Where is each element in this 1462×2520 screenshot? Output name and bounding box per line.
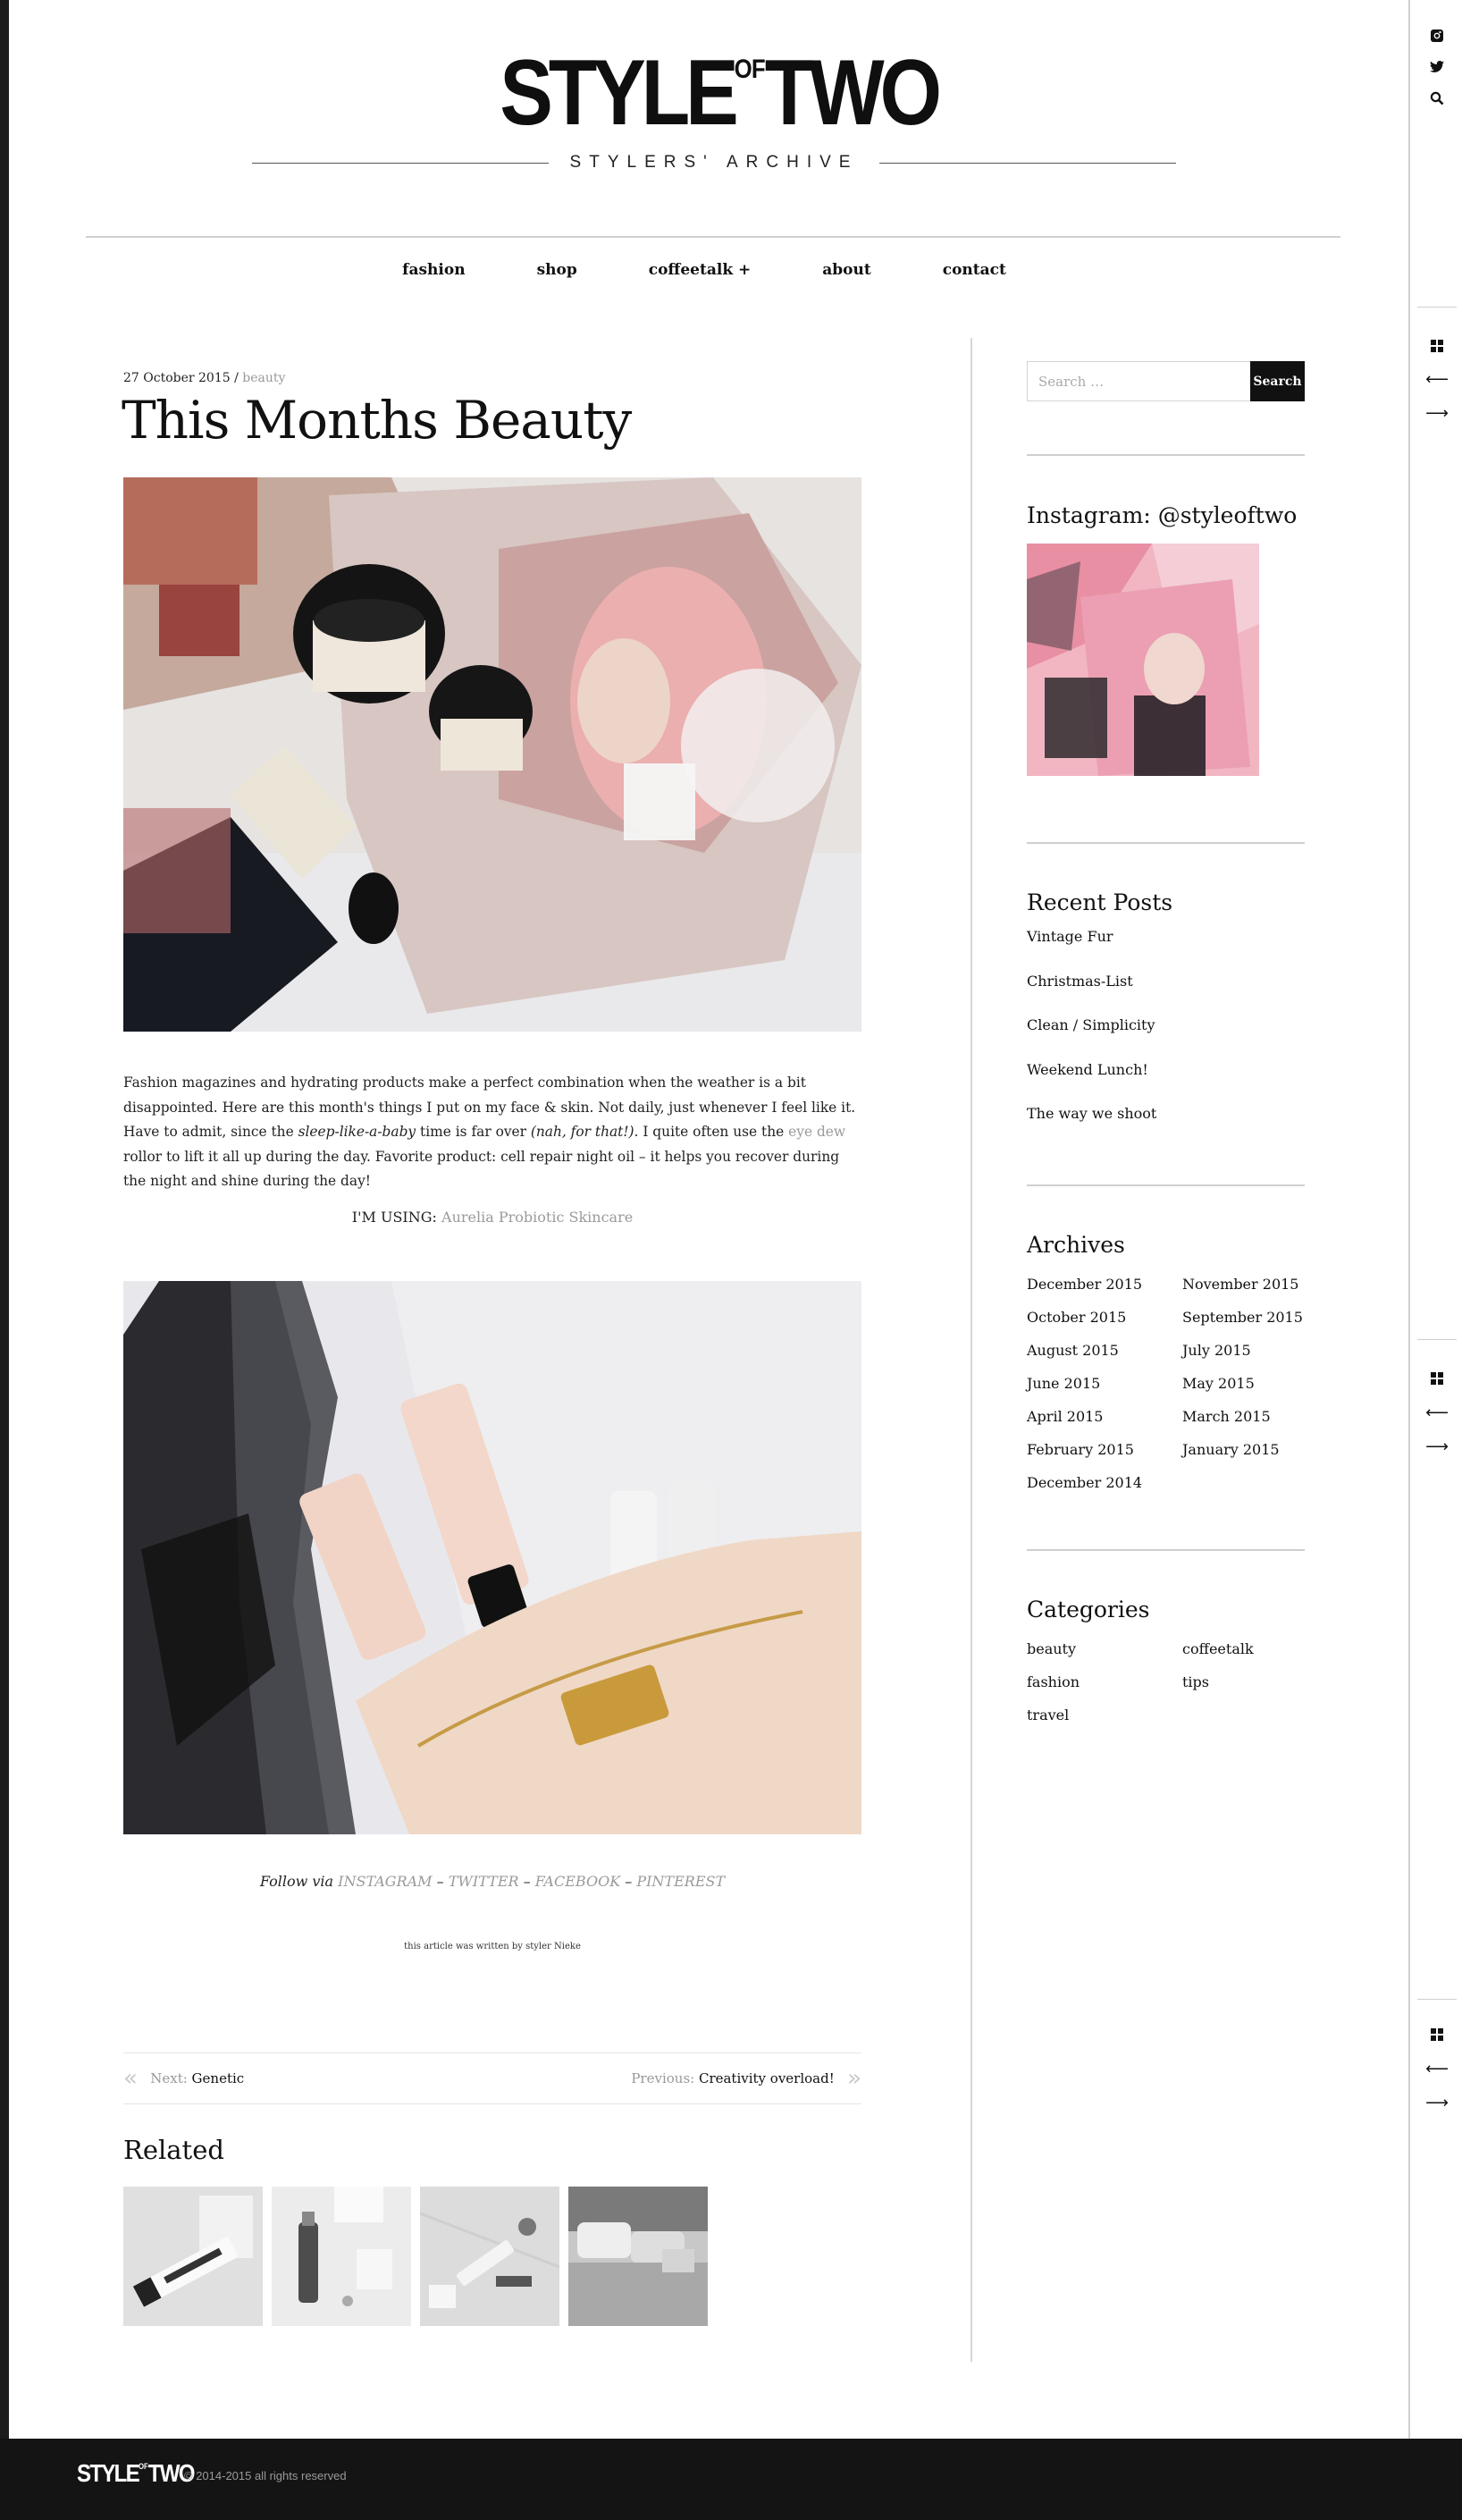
- rail-divider: [1417, 1999, 1457, 2000]
- post-body: Fashion magazines and hydrating products…: [123, 1075, 856, 1189]
- instagram-heading: Instagram: @styleoftwo: [1027, 502, 1298, 528]
- footer-copyright: © 2014-2015 all rights reserved: [184, 2469, 347, 2482]
- chevron-double-right-icon: »: [847, 2065, 861, 2092]
- recent-post-link[interactable]: Weekend Lunch!: [1027, 1061, 1156, 1106]
- category-link[interactable]: travel: [1027, 1706, 1182, 1726]
- recent-posts-list: Vintage Fur Christmas-List Clean / Simpl…: [1027, 928, 1156, 1150]
- archive-link[interactable]: August 2015: [1027, 1341, 1182, 1361]
- recent-post-link[interactable]: Clean / Simplicity: [1027, 1016, 1156, 1061]
- sidebar-divider: [1027, 1549, 1305, 1551]
- nav-shop[interactable]: shop: [501, 261, 613, 279]
- arrow-left-icon[interactable]: ⟵: [1425, 2058, 1449, 2079]
- next-post-link[interactable]: « Next: Genetic: [123, 2065, 244, 2092]
- site-logo[interactable]: STYLEOFTWO: [500, 46, 942, 139]
- sidebar-divider: [1027, 842, 1305, 844]
- archive-link[interactable]: October 2015: [1027, 1308, 1182, 1328]
- left-edge-strip: [0, 0, 9, 2520]
- archive-link[interactable]: March 2015: [1182, 1407, 1338, 1428]
- column-divider: [970, 338, 972, 2362]
- grid-icon[interactable]: [1426, 335, 1448, 357]
- archive-link[interactable]: February 2015: [1027, 1440, 1182, 1461]
- recent-post-link[interactable]: Christmas-List: [1027, 973, 1156, 1017]
- archive-link[interactable]: July 2015: [1182, 1341, 1338, 1361]
- twitter-icon[interactable]: [1426, 56, 1448, 78]
- nav-about[interactable]: about: [786, 261, 906, 279]
- related-heading: Related: [123, 2135, 224, 2165]
- arrow-left-icon[interactable]: ⟵: [1425, 368, 1449, 390]
- archive-link[interactable]: May 2015: [1182, 1374, 1338, 1395]
- nav-coffeetalk[interactable]: coffeetalk +: [613, 261, 787, 279]
- arrow-left-icon[interactable]: ⟵: [1425, 1402, 1449, 1423]
- post-meta: 27 October 2015 / beauty: [123, 371, 286, 385]
- sidebar-divider: [1027, 1184, 1305, 1186]
- post-image-skincare-magazine: [123, 477, 861, 1032]
- related-thumb[interactable]: [568, 2187, 708, 2326]
- related-thumb[interactable]: [272, 2187, 411, 2326]
- post-category-link[interactable]: beauty: [242, 371, 285, 385]
- post-date: 27 October 2015: [123, 371, 231, 385]
- recent-post-link[interactable]: Vintage Fur: [1027, 928, 1156, 973]
- related-posts: [123, 2187, 708, 2326]
- categories-list: beauty coffeetalk fashion tips travel: [1027, 1639, 1338, 1726]
- nav-fashion[interactable]: fashion: [366, 261, 500, 279]
- follow-line: Follow via INSTAGRAM – TWITTER – FACEBOO…: [259, 1873, 726, 1890]
- eye-dew-link[interactable]: eye dew: [788, 1124, 845, 1140]
- post-navigation: « Next: Genetic Previous: Creativity ove…: [123, 2052, 861, 2104]
- follow-pinterest-link[interactable]: PINTEREST: [636, 1873, 725, 1890]
- header-divider: [86, 236, 1340, 238]
- chevron-double-left-icon: «: [123, 2065, 138, 2092]
- rail-divider: [1417, 307, 1457, 308]
- sidebar-search-input[interactable]: [1027, 361, 1250, 401]
- arrow-right-icon[interactable]: ⟶: [1425, 1436, 1449, 1457]
- archive-link[interactable]: January 2015: [1182, 1440, 1338, 1461]
- archive-link[interactable]: April 2015: [1027, 1407, 1182, 1428]
- nav-contact[interactable]: contact: [907, 261, 1042, 279]
- grid-icon[interactable]: [1426, 2024, 1448, 2045]
- tagline-row: STYLERS' ARCHIVE: [252, 152, 1176, 173]
- post-image-aurelia-bag: [123, 1281, 861, 1834]
- related-thumb[interactable]: [420, 2187, 559, 2326]
- category-link[interactable]: tips: [1182, 1673, 1338, 1693]
- author-byline: this article was written by styler Nieke: [404, 1942, 581, 1951]
- sidebar-search-button[interactable]: Search: [1250, 361, 1305, 401]
- im-using-line: I'M USING: Aurelia Probiotic Skincare: [351, 1209, 634, 1226]
- previous-post-link[interactable]: Previous: Creativity overload! »: [631, 2065, 861, 2092]
- aurelia-link[interactable]: Aurelia Probiotic Skincare: [441, 1209, 633, 1226]
- arrow-right-icon[interactable]: ⟶: [1425, 2092, 1449, 2113]
- archive-link[interactable]: December 2014: [1027, 1473, 1182, 1494]
- archive-link[interactable]: June 2015: [1027, 1374, 1182, 1395]
- archives-list: December 2015 November 2015 October 2015…: [1027, 1275, 1338, 1494]
- follow-facebook-link[interactable]: FACEBOOK: [535, 1873, 620, 1890]
- grid-icon[interactable]: [1426, 1368, 1448, 1389]
- rail-divider: [1417, 1339, 1457, 1340]
- footer-logo[interactable]: STYLEOFTWO: [77, 2459, 195, 2488]
- right-rail: ⟵ ⟶ ⟵ ⟶ ⟵ ⟶: [1408, 0, 1462, 2439]
- archive-link[interactable]: December 2015: [1027, 1275, 1182, 1295]
- instagram-icon[interactable]: [1426, 25, 1448, 46]
- category-link[interactable]: coffeetalk: [1182, 1639, 1338, 1660]
- post-title: This Months Beauty: [122, 390, 632, 451]
- tagline-line-left: [252, 162, 549, 164]
- tagline-line-right: [879, 162, 1176, 164]
- follow-twitter-link[interactable]: TWITTER: [449, 1873, 519, 1890]
- category-link[interactable]: fashion: [1027, 1673, 1182, 1693]
- related-thumb[interactable]: [123, 2187, 263, 2326]
- arrow-right-icon[interactable]: ⟶: [1425, 402, 1449, 424]
- search-icon[interactable]: [1426, 88, 1448, 109]
- archive-link[interactable]: September 2015: [1182, 1308, 1338, 1328]
- follow-instagram-link[interactable]: INSTAGRAM: [338, 1873, 432, 1890]
- archive-link[interactable]: November 2015: [1182, 1275, 1338, 1295]
- main-nav: fashion shop coffeetalk + about contact: [0, 261, 1408, 279]
- instagram-image[interactable]: [1027, 544, 1259, 776]
- categories-heading: Categories: [1027, 1597, 1150, 1622]
- recent-post-link[interactable]: The way we shoot: [1027, 1105, 1156, 1150]
- recent-posts-heading: Recent Posts: [1027, 889, 1173, 915]
- sidebar-search-form: Search: [1027, 361, 1305, 401]
- category-link[interactable]: beauty: [1027, 1639, 1182, 1660]
- site-tagline: STYLERS' ARCHIVE: [569, 153, 859, 172]
- sidebar-divider: [1027, 454, 1305, 456]
- archives-heading: Archives: [1027, 1232, 1125, 1258]
